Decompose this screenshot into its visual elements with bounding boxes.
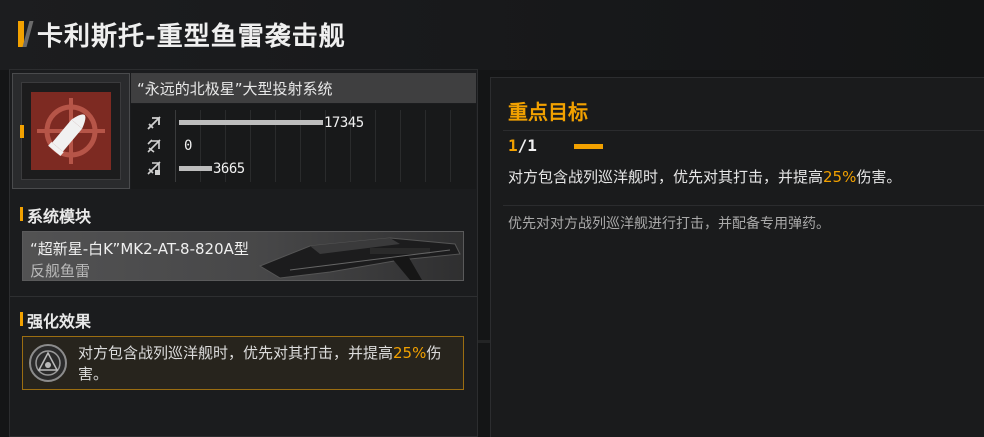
- stat-bar-siege: [179, 166, 212, 171]
- module-name: “超新星-白K”MK2-AT-8-820A型: [30, 240, 249, 258]
- torpedo-launcher-image: [250, 226, 465, 281]
- stat-bar-anti-ship: [179, 120, 323, 125]
- section-marker: [20, 312, 23, 326]
- page-title: 卡利斯托-重型鱼雷袭击舰: [37, 22, 346, 52]
- tactic-emblem-icon: [29, 344, 67, 382]
- priority-title: 重点目标: [508, 100, 588, 124]
- siege-icon: [146, 160, 162, 176]
- section-marker: [20, 207, 23, 221]
- divider: [503, 130, 984, 131]
- anti-ship-icon: [146, 115, 162, 131]
- weapon-icon-background: [31, 92, 111, 170]
- system-module-label: 系统模块: [27, 207, 92, 226]
- priority-note: 优先对对方战列巡洋舰进行打击，并配备专用弹药。: [508, 216, 830, 232]
- weapon-name: “永远的北极星”大型投射系统: [137, 80, 333, 98]
- page-current: 1: [508, 136, 518, 155]
- page-total: /1: [517, 136, 537, 155]
- stat-value-anti-ship: 17345: [324, 115, 364, 131]
- ammo-target-icon: [37, 98, 105, 164]
- stat-value-siege: 3665: [213, 161, 245, 177]
- weapon-icon-marker: [20, 125, 24, 138]
- enhancement-text-part: 对方包含战列巡洋舰时，优先对其打击，并提高: [78, 344, 394, 362]
- enhancement-label: 强化效果: [27, 312, 92, 331]
- enhancement-text: 对方包含战列巡洋舰时，优先对其打击，并提高25%伤害。: [78, 343, 458, 385]
- priority-description: 对方包含战列巡洋舰时，优先对其打击，并提高25%伤害。: [508, 166, 901, 187]
- priority-desc-highlight: 25%: [823, 168, 857, 186]
- divider: [503, 205, 984, 206]
- divider: [10, 296, 477, 297]
- priority-desc-part: 伤害。: [856, 168, 902, 186]
- page-indicator: 1/1: [508, 136, 537, 155]
- priority-panel: [490, 77, 984, 437]
- priority-desc-part: 对方包含战列巡洋舰时，优先对其打击，并提高: [508, 168, 824, 186]
- anti-aircraft-icon: [146, 138, 162, 154]
- page-bar[interactable]: [574, 144, 603, 149]
- enhancement-highlight: 25%: [393, 344, 427, 362]
- module-type: 反舰鱼雷: [30, 262, 91, 280]
- stat-value-anti-aircraft: 0: [184, 138, 192, 154]
